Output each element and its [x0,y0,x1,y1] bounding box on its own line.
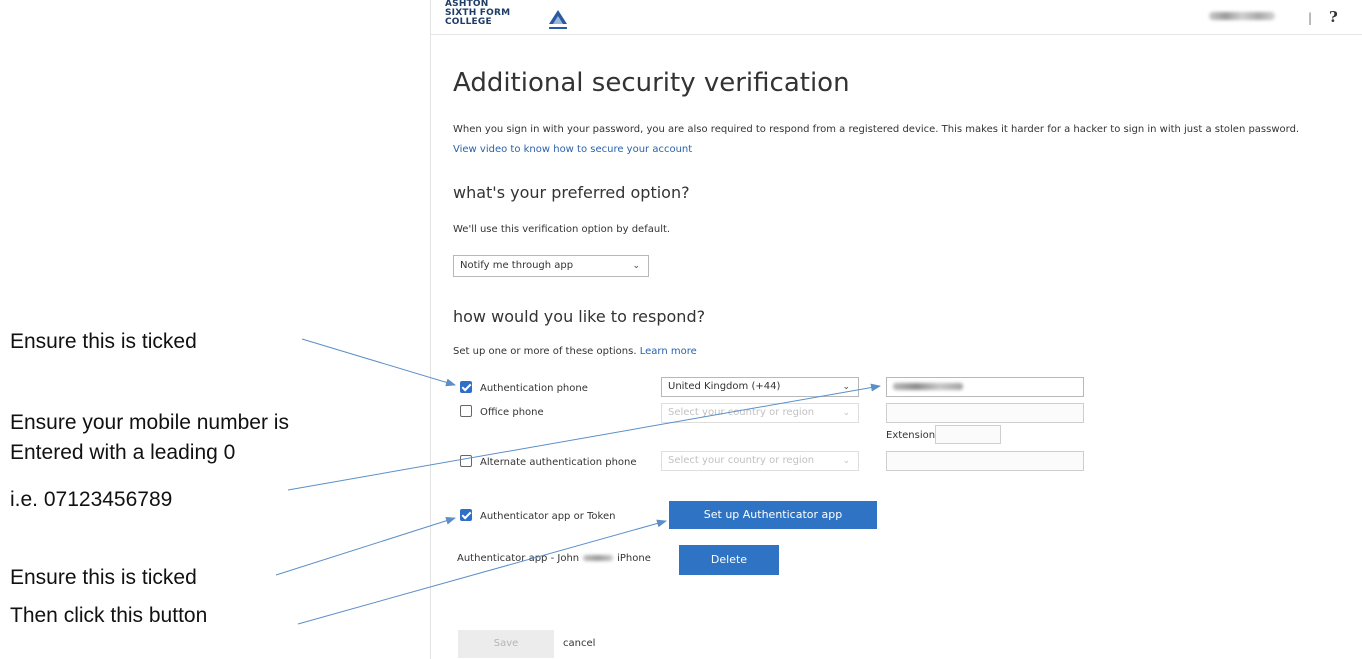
arrow-to-app-checkbox [275,516,456,576]
arrow-to-phone-checkbox [301,338,456,387]
arrow-to-setup-button [297,519,667,625]
arrow-to-phone-number [287,383,881,491]
annotation-arrows [275,338,881,625]
